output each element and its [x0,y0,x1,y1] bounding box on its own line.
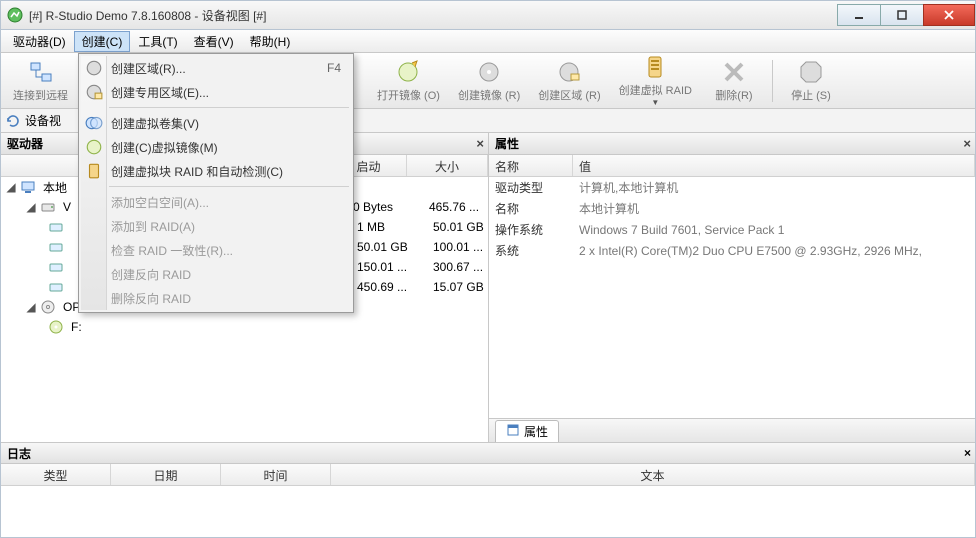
props-body: 驱动类型计算机,本地计算机 名称本地计算机 操作系统Windows 7 Buil… [489,177,975,418]
raid-icon [642,54,668,80]
toolbar-separator [772,60,773,102]
menu-item-create-virtual-raid[interactable]: 创建虚拟块 RAID 和自动检测(C) [81,159,351,183]
vimage-icon [85,138,103,156]
stop-icon [798,59,824,85]
prop-row[interactable]: 操作系统Windows 7 Build 7601, Service Pack 1 [489,219,975,240]
volume-icon [48,259,64,275]
menu-item-create-exclusive-region[interactable]: 创建专用区域(E)... [81,80,351,104]
minimize-button[interactable] [837,4,881,26]
dropdown-arrow-icon: ▼ [651,98,659,107]
window-title: [#] R-Studio Demo 7.8.160808 - 设备视图 [#] [29,7,266,24]
tool-remove[interactable]: 删除(R) [704,57,764,105]
props-panel-title: 属性 [495,135,519,152]
connect-icon [28,59,54,85]
right-pane: 属性 × 名称 值 驱动类型计算机,本地计算机 名称本地计算机 操作系统Wind… [489,133,975,442]
app-icon [7,7,23,23]
collapse-icon[interactable]: ◢ [25,200,37,214]
titlebar: [#] R-Studio Demo 7.8.160808 - 设备视图 [#] [0,0,976,30]
tree-label-f: F: [67,320,86,334]
panel-close-icon[interactable]: × [963,136,971,151]
log-col-time[interactable]: 时间 [221,464,331,485]
tool-connect-remote[interactable]: 连接到远程 [7,57,74,105]
menu-item-create-virtual-volset[interactable]: 创建虚拟卷集(V) [81,111,351,135]
region-excl-icon [85,83,103,101]
collapse-icon[interactable]: ◢ [25,300,37,314]
vraid-icon [85,162,103,180]
prop-row[interactable]: 驱动类型计算机,本地计算机 [489,177,975,198]
props-panel-header: 属性 × [489,133,975,155]
menu-create[interactable]: 创建(C) [74,31,131,52]
maximize-button[interactable] [880,4,924,26]
menu-drive[interactable]: 驱动器(D) [5,31,74,52]
prop-row[interactable]: 名称本地计算机 [489,198,975,219]
collapse-icon[interactable]: ◢ [5,180,17,194]
device-view-label: 设备视 [25,112,61,129]
panel-close-icon[interactable]: × [476,136,484,151]
create-image-icon [476,59,502,85]
log-col-type[interactable]: 类型 [1,464,111,485]
props-tabbar: 属性 [489,418,975,442]
properties-icon [506,423,520,440]
tool-create-virtual-raid[interactable]: 创建虚拟 RAID ▼ [613,52,698,109]
log-body[interactable] [1,486,975,538]
panel-close-icon[interactable]: × [964,446,971,460]
open-image-icon [395,59,421,85]
hdd-icon [40,199,56,215]
refresh-icon[interactable] [5,113,21,129]
drives-panel-title: 驱动器 [7,135,43,152]
create-dropdown-menu: 创建区域(R)... F4 创建专用区域(E)... 创建虚拟卷集(V) 创建(… [78,53,354,313]
log-columns: 类型 日期 时间 文本 [1,464,975,486]
menu-item-check-raid: 检查 RAID 一致性(R)... [81,238,351,262]
volset-icon [85,114,103,132]
close-button[interactable] [923,4,975,26]
volume-icon [48,239,64,255]
menu-item-delete-reverse-raid: 删除反向 RAID [81,286,351,310]
log-col-text[interactable]: 文本 [331,464,975,485]
tool-open-image[interactable]: 打开镜像 (O) [371,57,446,105]
log-header: 日志 × [1,442,975,464]
props-grid-header: 名称 值 [489,155,975,177]
menu-view[interactable]: 查看(V) [186,31,242,52]
tool-stop[interactable]: 停止 (S) [781,57,841,105]
menu-item-create-reverse-raid: 创建反向 RAID [81,262,351,286]
menu-item-add-to-raid: 添加到 RAID(A) [81,214,351,238]
dvd-icon [40,299,56,315]
volume-icon [48,279,64,295]
prop-row[interactable]: 系统2 x Intel(R) Core(TM)2 Duo CPU E7500 @… [489,240,975,261]
menu-item-create-region[interactable]: 创建区域(R)... F4 [81,56,351,80]
region-icon [85,59,103,77]
computer-icon [20,179,36,195]
log-title: 日志 [7,445,31,462]
create-region-icon [556,59,582,85]
log-col-date[interactable]: 日期 [111,464,221,485]
log-panel: 日志 × 类型 日期 时间 文本 [0,442,976,538]
menubar: 驱动器(D) 创建(C) 工具(T) 查看(V) 帮助(H) [0,30,976,53]
tree-row-f[interactable]: F: [1,317,488,337]
tool-create-image[interactable]: 创建镜像 (R) [452,57,526,105]
menu-item-add-empty-space: 添加空白空间(A)... [81,190,351,214]
volume-icon [48,219,64,235]
menu-help[interactable]: 帮助(H) [242,31,299,52]
col-size[interactable]: 大小 [407,155,488,176]
menu-tools[interactable]: 工具(T) [130,31,185,52]
tool-create-region[interactable]: 创建区域 (R) [532,57,606,105]
dvd-drive-icon [48,319,64,335]
menu-item-create-virtual-image[interactable]: 创建(C)虚拟镜像(M) [81,135,351,159]
remove-icon [721,59,747,85]
col-value[interactable]: 值 [573,155,975,176]
col-name[interactable]: 名称 [489,155,573,176]
tab-properties[interactable]: 属性 [495,420,559,442]
